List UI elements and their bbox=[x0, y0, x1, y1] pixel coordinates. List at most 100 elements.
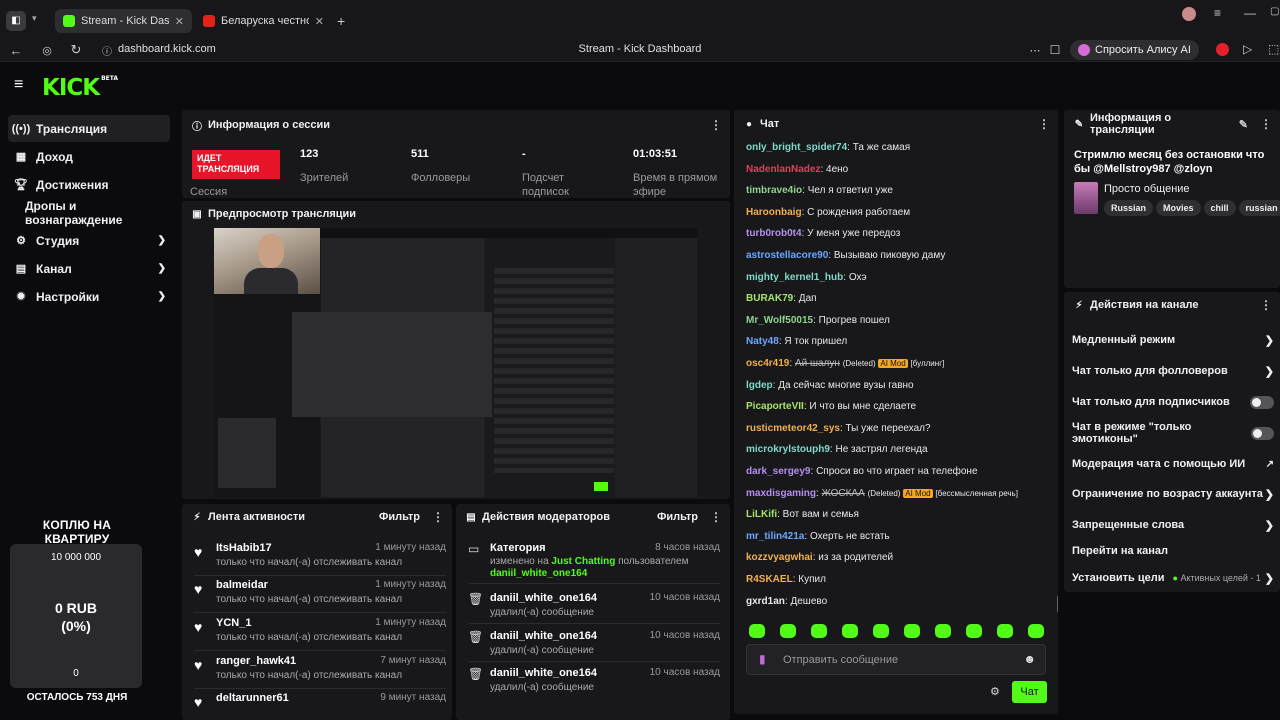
hamburger-menu-icon[interactable]: ≡ bbox=[14, 76, 23, 94]
chat-scrollbar[interactable] bbox=[1057, 596, 1058, 612]
chat-settings-icon[interactable]: ⚙︎ bbox=[990, 685, 1000, 698]
ask-alice-button[interactable]: Спросить Алису AI bbox=[1070, 40, 1199, 60]
mod-item-user[interactable]: daniil_white_one164 bbox=[490, 592, 597, 604]
kick-logo[interactable]: KICK BETA bbox=[42, 75, 118, 101]
emotes-only-toggle[interactable] bbox=[1251, 426, 1274, 440]
emote-icon[interactable] bbox=[904, 624, 920, 638]
emote-icon[interactable] bbox=[811, 624, 827, 638]
chat-username[interactable]: BURAK79 bbox=[746, 293, 793, 304]
chat-username[interactable]: mighty_kernel1_hub bbox=[746, 272, 843, 283]
more-options-icon[interactable]: ⋮ bbox=[1038, 117, 1050, 131]
sidebar-item-broadcast[interactable]: ((•)) Трансляция bbox=[8, 115, 170, 142]
more-options-icon[interactable]: ⋮ bbox=[432, 510, 444, 524]
tab-youtube[interactable]: Беларуска честно п ✕ bbox=[195, 9, 332, 33]
chat-username[interactable]: osc4r419 bbox=[746, 358, 789, 369]
close-icon[interactable]: ✕ bbox=[309, 15, 324, 28]
category-name[interactable]: Просто общение bbox=[1104, 183, 1190, 195]
emote-icon[interactable] bbox=[873, 624, 889, 638]
chat-input[interactable]: ▮ Отправить сообщение ☻ bbox=[746, 644, 1046, 675]
action-go-to-channel[interactable]: Перейти на канал bbox=[1072, 541, 1274, 561]
chat-username[interactable]: maxdisgaming bbox=[746, 488, 816, 499]
extension-red-icon[interactable] bbox=[1216, 43, 1229, 56]
emote-icon[interactable] bbox=[780, 624, 796, 638]
chat-send-button[interactable]: Чат bbox=[1012, 681, 1047, 703]
chat-username[interactable]: rusticmeteor42_sys bbox=[746, 423, 840, 434]
emoji-icon[interactable]: ☻ bbox=[1023, 652, 1036, 666]
action-ai-moderation[interactable]: Модерация чата с помощью ИИ ↗ bbox=[1072, 454, 1274, 474]
bookmark-icon[interactable]: ☐ bbox=[1044, 38, 1066, 62]
tag-chip[interactable]: Russian bbox=[1104, 200, 1154, 216]
new-tab-icon[interactable]: + bbox=[337, 13, 345, 29]
chat-username[interactable]: only_bright_spider74 bbox=[746, 142, 847, 153]
chat-username[interactable]: LiLKifi bbox=[746, 509, 777, 520]
chat-username[interactable]: NadenlanNadez bbox=[746, 164, 820, 175]
chat-username[interactable]: R4SKAEL bbox=[746, 574, 793, 585]
action-banned-words[interactable]: Запрещенные слова ❯ bbox=[1072, 515, 1274, 535]
chat-username[interactable]: turb0rob0t4 bbox=[746, 228, 802, 239]
chat-username[interactable]: gxrd1an bbox=[746, 596, 785, 607]
mod-item-user[interactable]: daniil_white_one164 bbox=[490, 667, 597, 679]
activity-user[interactable]: ranger_hawk41 bbox=[216, 655, 296, 667]
minimize-icon[interactable]: — bbox=[1244, 6, 1256, 20]
emote-icon[interactable] bbox=[966, 624, 982, 638]
chat-username[interactable]: dark_sergey9 bbox=[746, 466, 811, 477]
tag-chip[interactable]: chill bbox=[1203, 200, 1236, 216]
sidebar-item-studio[interactable]: ⚙︎ Студия ❯ bbox=[8, 227, 170, 254]
downloads-icon[interactable]: ⋯ bbox=[1024, 38, 1046, 62]
sidebar-item-channel[interactable]: ▤ Канал ❯ bbox=[8, 255, 170, 282]
site-info-icon[interactable]: ⓘ bbox=[96, 38, 118, 62]
url-field[interactable]: dashboard.kick.com bbox=[118, 43, 216, 55]
chat-username[interactable]: astrostellacore90 bbox=[746, 250, 828, 261]
sidebar-item-income[interactable]: ▦ Доход bbox=[8, 143, 170, 170]
profile-avatar[interactable] bbox=[1182, 7, 1196, 21]
stream-video[interactable] bbox=[214, 228, 697, 497]
emote-icon[interactable] bbox=[842, 624, 858, 638]
emote-icon[interactable] bbox=[1028, 624, 1044, 638]
maximize-icon[interactable]: ▢ bbox=[1270, 6, 1279, 17]
chat-username[interactable]: PicaporteVII bbox=[746, 401, 804, 412]
edit-icon[interactable]: ✎ bbox=[1239, 118, 1248, 131]
chat-username[interactable]: timbrave4io bbox=[746, 185, 802, 196]
more-options-icon[interactable]: ⋮ bbox=[1260, 117, 1272, 131]
reader-icon[interactable]: ◎ bbox=[36, 38, 58, 62]
extension-puzzle-icon[interactable]: ⬚ bbox=[1268, 42, 1279, 56]
chat-username[interactable]: microkrylstouph9 bbox=[746, 444, 830, 455]
chat-username[interactable]: Haroonbaig bbox=[746, 207, 802, 218]
tab-kick-dashboard[interactable]: Stream - Kick Dashboard ✕ bbox=[55, 9, 192, 33]
action-account-age[interactable]: Ограничение по возрасту аккаунта ❯ bbox=[1072, 484, 1274, 504]
desc-user[interactable]: daniil_white_one164 bbox=[490, 568, 587, 579]
chat-username[interactable]: kozzvyagwhai bbox=[746, 552, 813, 563]
desc-category[interactable]: Just Chatting bbox=[551, 556, 615, 567]
mod-item-user[interactable]: daniil_white_one164 bbox=[490, 630, 597, 642]
more-options-icon[interactable]: ⋮ bbox=[710, 510, 722, 524]
chat-username[interactable]: Mr_Wolf50015 bbox=[746, 315, 813, 326]
chat-username[interactable]: lgdep bbox=[746, 380, 773, 391]
subscribers-only-toggle[interactable] bbox=[1250, 395, 1274, 409]
sidebar-item-settings[interactable]: ✹ Настройки ❯ bbox=[8, 283, 170, 310]
action-slow-mode[interactable]: Медленный режим ❯ bbox=[1072, 330, 1274, 350]
close-icon[interactable]: ✕ bbox=[169, 15, 184, 28]
tab-list-chevron-icon[interactable]: ▾ bbox=[32, 13, 37, 24]
category-thumbnail[interactable] bbox=[1074, 182, 1098, 214]
activity-user[interactable]: ItsHabib17 bbox=[216, 542, 272, 554]
action-followers-only[interactable]: Чат только для фолловеров ❯ bbox=[1072, 361, 1274, 381]
sidebar-item-drops[interactable]: Дропы и вознаграждение bbox=[8, 199, 170, 227]
chat-username[interactable]: mr_tilin421a bbox=[746, 531, 804, 542]
emote-icon[interactable] bbox=[997, 624, 1013, 638]
more-options-icon[interactable]: ⋮ bbox=[710, 118, 722, 132]
menu-icon[interactable]: ≡ bbox=[1214, 6, 1221, 20]
reload-icon[interactable]: ↻ bbox=[65, 38, 87, 62]
sidebar-toggle-icon[interactable]: ◧ bbox=[6, 11, 26, 31]
activity-user[interactable]: YCN_1 bbox=[216, 617, 251, 629]
extension-play-icon[interactable]: ▷ bbox=[1243, 42, 1252, 56]
filter-button[interactable]: Фильтр bbox=[657, 511, 698, 523]
emote-icon[interactable] bbox=[749, 624, 765, 638]
tag-chip[interactable]: Movies bbox=[1156, 200, 1201, 216]
filter-button[interactable]: Фильтр bbox=[379, 511, 420, 523]
action-set-goals[interactable]: Установить цели ● Активных целей - 1 ❯ bbox=[1072, 568, 1274, 588]
more-options-icon[interactable]: ⋮ bbox=[1260, 298, 1272, 312]
activity-user[interactable]: deltarunner61 bbox=[216, 692, 289, 704]
microphone-icon[interactable]: ▮ bbox=[759, 652, 766, 666]
sidebar-item-achievements[interactable]: 🏆︎ Достижения bbox=[8, 171, 170, 198]
emote-icon[interactable] bbox=[935, 624, 951, 638]
